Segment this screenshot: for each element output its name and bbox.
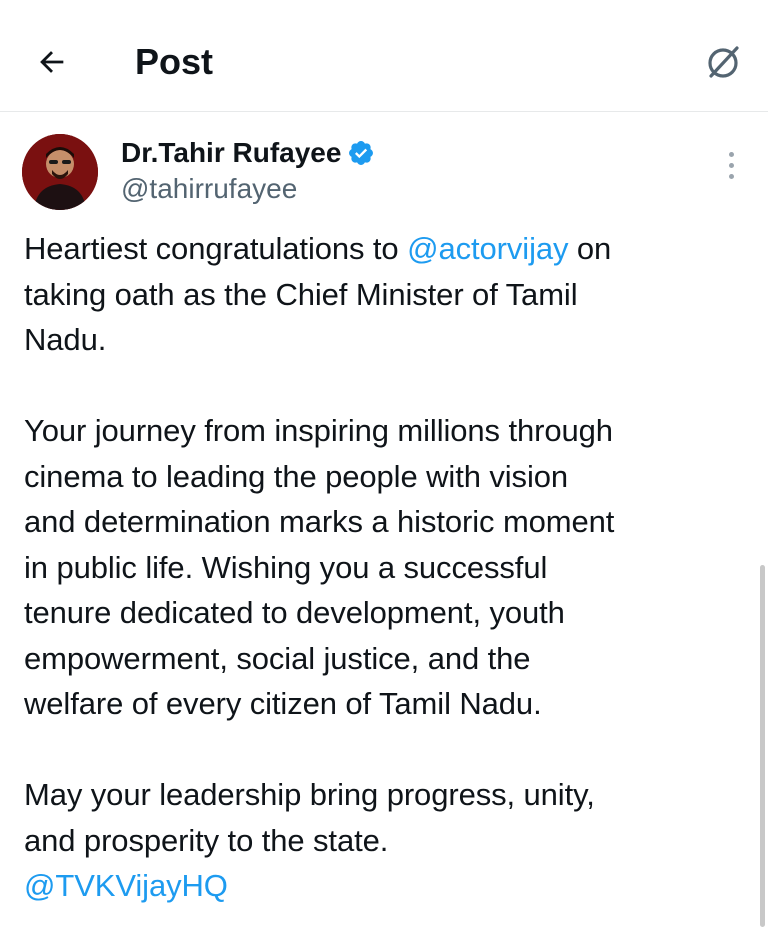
tweet-line: May your leadership bring progress, unit…: [24, 777, 595, 812]
verified-badge-icon: [349, 141, 374, 165]
mention-actorvijay[interactable]: @actorvijay: [407, 231, 568, 266]
arrow-left-icon: [40, 51, 64, 73]
back-button[interactable]: [28, 38, 76, 86]
mention-tvkvijayhq[interactable]: @TVKVijayHQ: [24, 863, 752, 909]
tweet-line: cinema to leading the people with vision: [24, 458, 569, 494]
tweet-line: in public life. Wishing you a successful: [24, 549, 548, 585]
author-name-row[interactable]: Dr.Tahir Rufayee: [121, 136, 375, 170]
tweet-line: Heartiest congratulations to @actorvijay…: [24, 231, 612, 266]
top-bar: Post: [0, 0, 768, 112]
grok-button[interactable]: [700, 38, 748, 86]
tweet-line: and determination marks a historic momen…: [24, 504, 615, 539]
author-handle[interactable]: @tahirrufayee: [121, 172, 297, 206]
more-vertical-icon: [728, 151, 734, 157]
author-name: Dr.Tahir Rufayee: [121, 137, 342, 168]
grok-icon: [708, 46, 739, 78]
tweet-line: tenure dedicated to development, youth: [24, 595, 565, 630]
tweet-line: welfare of every citizen of Tamil Nadu.: [24, 686, 542, 721]
more-options-button[interactable]: [716, 145, 746, 185]
tweet-text: Heartiest congratulations to @actorvijay…: [24, 226, 752, 909]
tweet-line: taking oath as the Chief Minister of Tam…: [24, 276, 578, 312]
avatar[interactable]: [22, 134, 98, 210]
tweet-line: Your journey from inspiring millions thr…: [24, 413, 613, 448]
tweet-line: and prosperity to the state.: [24, 822, 389, 858]
post-page: Post Dr.Tahir Rufayee @tahirrufayee Hear…: [0, 0, 768, 927]
tweet-line: Nadu.: [24, 322, 107, 357]
avatar-image: [22, 134, 98, 210]
tweet-line: empowerment, social justice, and the: [24, 640, 531, 676]
scrollbar-thumb[interactable]: [760, 565, 765, 927]
page-title: Post: [135, 41, 214, 82]
